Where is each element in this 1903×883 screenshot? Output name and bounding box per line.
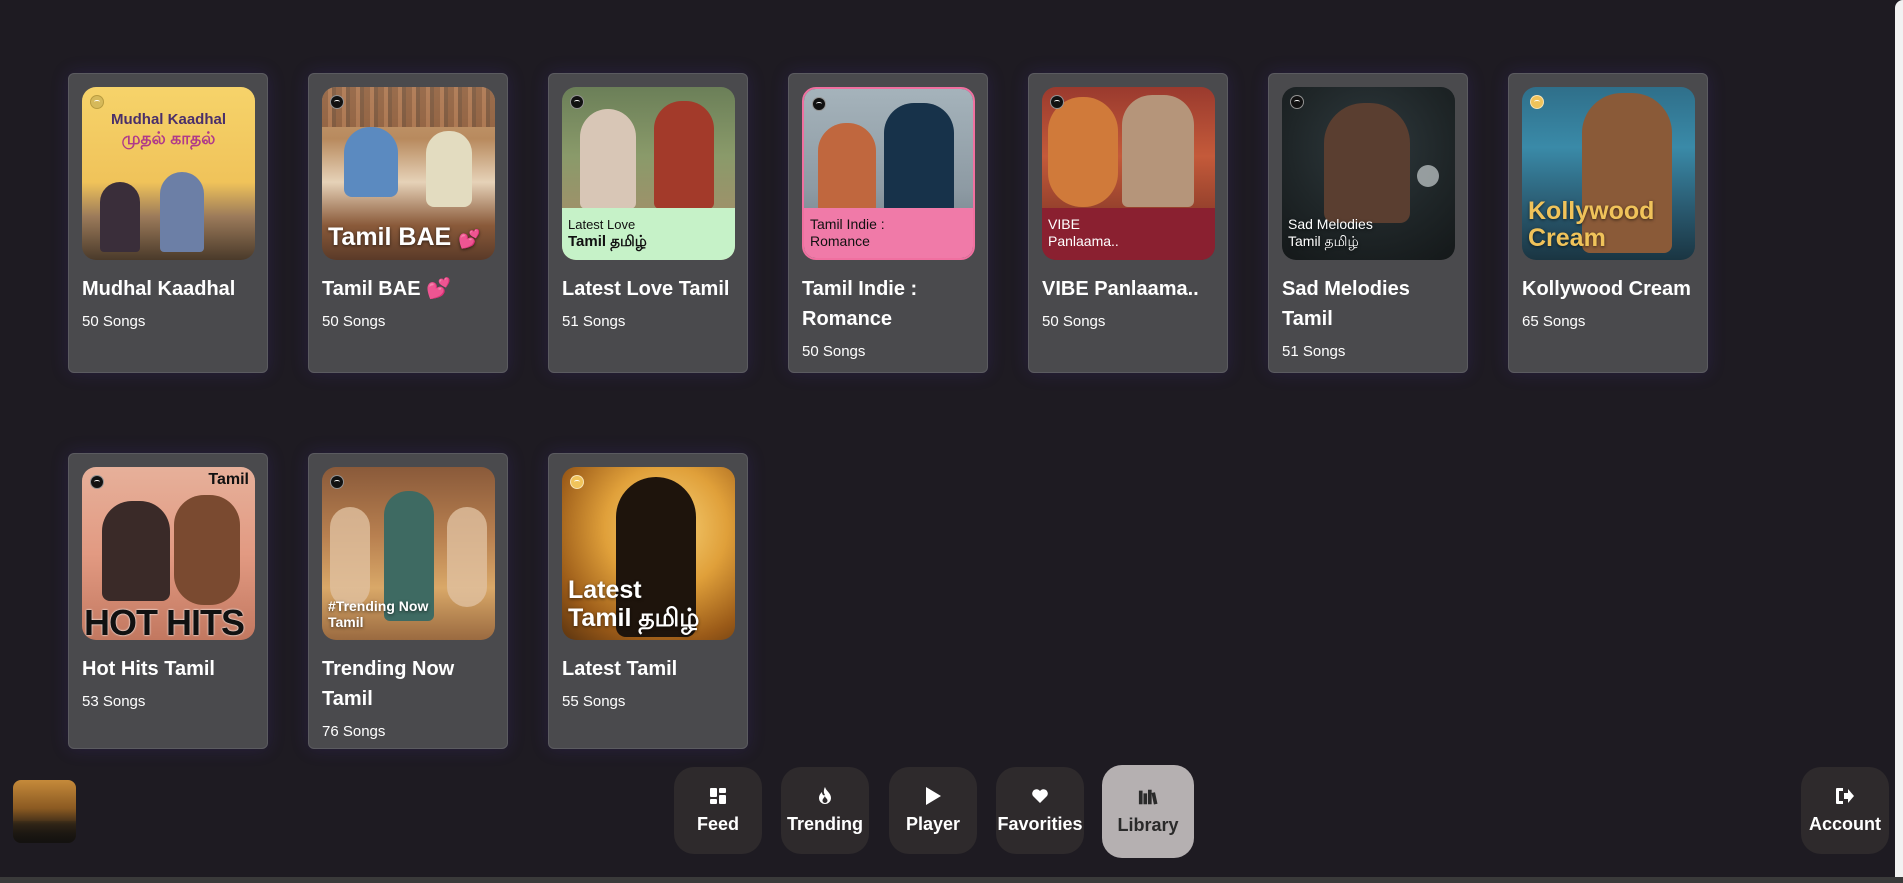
flame-icon (815, 786, 835, 806)
song-count: 53 Songs (82, 693, 146, 710)
spotify-icon (812, 97, 826, 111)
playlist-title: Mudhal Kaadhal (82, 278, 236, 300)
spotify-icon (1050, 95, 1064, 109)
song-count: 51 Songs (1282, 343, 1346, 360)
cover-text: Mudhal Kaadhal (110, 111, 226, 128)
playlist-cover: #Trending Now Tamil (322, 467, 495, 640)
playlist-title: VIBE Panlaama.. (1042, 278, 1199, 300)
cover-top-text: Tamil (208, 471, 249, 488)
spotify-icon (90, 95, 104, 109)
song-count: 55 Songs (562, 693, 626, 710)
cover-text: #Trending Now Tamil (328, 598, 429, 630)
bottom-border (0, 877, 1903, 883)
cover-text: Latest Tamil தமிழ் (568, 576, 700, 632)
playlist-cover: Tamil BAE 💕 (322, 87, 495, 260)
song-count: 51 Songs (562, 313, 626, 330)
logout-icon (1835, 786, 1855, 806)
nav-trending-label: Trending (787, 814, 863, 834)
playlist-cover: Latest Love Tamil தமிழ் (562, 87, 735, 260)
spotify-icon (570, 95, 584, 109)
now-playing-thumbnail[interactable] (13, 780, 76, 843)
nav-account-label: Account (1809, 814, 1881, 834)
playlist-title: Tamil Indie : Romance (802, 278, 918, 330)
playlist-cover: Tamil Indie : Romance (802, 87, 975, 260)
song-count: 76 Songs (322, 723, 386, 740)
playlist-card[interactable]: #Trending Now Tamil Trending Now Tamil 7… (308, 453, 508, 749)
spotify-icon (1530, 95, 1544, 109)
cover-band: Tamil Indie : Romance (804, 208, 973, 258)
song-count: 50 Songs (802, 343, 866, 360)
nav-library-button[interactable]: Library (1102, 765, 1194, 858)
nav-favorites-label: Favorities (997, 814, 1083, 834)
play-icon (923, 786, 943, 806)
spotify-icon (330, 95, 344, 109)
cover-text: HOT HITS (84, 602, 245, 640)
playlist-cover: Sad Melodies Tamil தமிழ் (1282, 87, 1455, 260)
spotify-icon (90, 475, 104, 489)
playlist-card[interactable]: Tamil HOT HITS Hot Hits Tamil 53 Songs (68, 453, 268, 749)
nav-favorites-button[interactable]: Favorities (996, 767, 1084, 854)
cover-text: Kollywood Cream (1528, 197, 1655, 252)
app-root: Mudhal Kaadhal முதல் காதல் Mudhal Kaadha… (0, 0, 1903, 883)
playlist-grid: Mudhal Kaadhal முதல் காதல் Mudhal Kaadha… (68, 73, 1788, 749)
nav-trending-button[interactable]: Trending (781, 767, 869, 854)
cover-band: VIBE Panlaama.. (1042, 208, 1215, 260)
playlist-cover: VIBE Panlaama.. (1042, 87, 1215, 260)
feed-icon (708, 786, 728, 806)
playlist-card[interactable]: Latest Tamil தமிழ் Latest Tamil 55 Songs (548, 453, 748, 749)
playlist-card[interactable]: Sad Melodies Tamil தமிழ் Sad Melodies Ta… (1268, 73, 1468, 373)
window-edge (1895, 0, 1903, 883)
nav-feed-label: Feed (696, 814, 739, 834)
playlist-cover: Latest Tamil தமிழ் (562, 467, 735, 640)
heart-icon (1030, 786, 1050, 806)
cover-text: Sad Melodies Tamil தமிழ் (1288, 216, 1373, 249)
spotify-icon (1290, 95, 1304, 109)
cover-band: Latest Love Tamil தமிழ் (562, 208, 735, 260)
playlist-title: Hot Hits Tamil (82, 658, 215, 680)
cover-text: Tamil BAE 💕 (328, 223, 481, 251)
cover-subtext: முதல் காதல் (121, 129, 216, 148)
playlist-title: Kollywood Cream (1522, 278, 1691, 300)
spotify-icon (330, 475, 344, 489)
playlist-title: Tamil BAE 💕 (322, 278, 452, 300)
song-count: 50 Songs (82, 313, 146, 330)
playlist-cover: Tamil HOT HITS (82, 467, 255, 640)
playlist-card[interactable]: Kollywood Cream Kollywood Cream 65 Songs (1508, 73, 1708, 373)
nav-feed-button[interactable]: Feed (674, 767, 762, 854)
nav-account-button[interactable]: Account (1801, 767, 1889, 854)
playlist-card[interactable]: Tamil Indie : Romance Tamil Indie : Roma… (788, 73, 988, 373)
bottom-navbar: Feed Trending Player Favorities Library (0, 760, 1903, 877)
library-icon (1138, 787, 1158, 807)
heart-emoji: 💕 (426, 278, 452, 300)
spotify-icon (570, 475, 584, 489)
playlist-title: Latest Love Tamil (562, 278, 730, 300)
nav-player-label: Player (905, 814, 961, 834)
song-count: 65 Songs (1522, 313, 1586, 330)
playlist-card[interactable]: Mudhal Kaadhal முதல் காதல் Mudhal Kaadha… (68, 73, 268, 373)
playlist-title: Latest Tamil (562, 658, 678, 680)
song-count: 50 Songs (322, 313, 386, 330)
playlist-title: Trending Now Tamil (322, 658, 455, 710)
nav-player-button[interactable]: Player (889, 767, 977, 854)
playlist-cover: Mudhal Kaadhal முதல் காதல் (82, 87, 255, 260)
playlist-cover: Kollywood Cream (1522, 87, 1695, 260)
playlist-card[interactable]: Tamil BAE 💕 Tamil BAE 💕 50 Songs (308, 73, 508, 373)
playlist-card[interactable]: VIBE Panlaama.. VIBE Panlaama.. 50 Songs (1028, 73, 1228, 373)
playlist-title: Sad Melodies Tamil (1282, 278, 1410, 330)
song-count: 50 Songs (1042, 313, 1106, 330)
playlist-card[interactable]: Latest Love Tamil தமிழ் Latest Love Tami… (548, 73, 748, 373)
nav-library-label: Library (1117, 815, 1179, 835)
